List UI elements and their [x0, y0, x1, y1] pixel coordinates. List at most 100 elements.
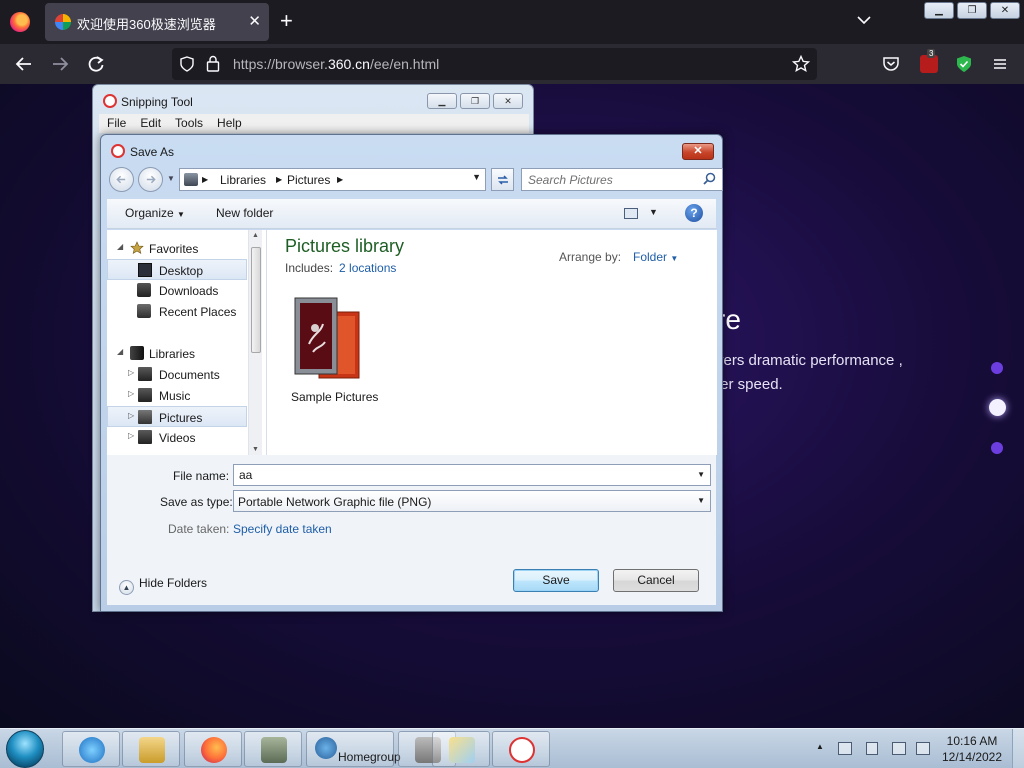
internet-explorer-icon [79, 737, 105, 763]
collapse-arrow-icon[interactable]: ◢ [117, 347, 123, 356]
url-bar[interactable]: https://browser.360.cn/ee/en.html [172, 48, 817, 80]
lock-icon[interactable] [206, 55, 220, 72]
search-icon[interactable] [703, 172, 716, 185]
back-icon[interactable] [14, 53, 34, 75]
new-folder-button[interactable]: New folder [216, 206, 273, 220]
display-icon[interactable] [892, 742, 906, 755]
firefox-icon[interactable] [10, 12, 30, 32]
organize-button[interactable]: Organize ▼ [125, 206, 185, 220]
breadcrumb-separator[interactable]: ▶ [202, 175, 208, 184]
file-name-field[interactable]: ▼ [233, 464, 711, 486]
search-input[interactable] [528, 173, 698, 187]
new-tab-button[interactable]: + [280, 8, 293, 34]
nav-item-desktop[interactable]: Desktop [107, 259, 247, 280]
chevron-down-icon[interactable]: ▼ [697, 496, 705, 505]
close-window-button[interactable]: ✕ [493, 93, 523, 109]
scroll-up-icon[interactable]: ▲ [252, 232, 259, 239]
network-icon[interactable] [838, 742, 852, 755]
cancel-button[interactable]: Cancel [613, 569, 699, 592]
chevron-down-icon[interactable] [856, 12, 872, 28]
minimize-button[interactable]: ▁ [427, 93, 457, 109]
menu-file[interactable]: File [107, 114, 126, 133]
tracking-shield-icon[interactable] [179, 56, 195, 72]
taskbar-paint[interactable] [432, 731, 490, 767]
change-view-icon[interactable] [624, 208, 638, 219]
minimize-button[interactable]: ▁ [924, 2, 954, 19]
breadcrumb-separator[interactable]: ▶ [276, 175, 282, 184]
close-window-button[interactable]: ✕ [990, 2, 1020, 19]
item-label[interactable]: Sample Pictures [291, 390, 378, 404]
file-name-input[interactable] [239, 468, 679, 482]
start-button[interactable] [6, 730, 44, 768]
restore-button[interactable]: ❐ [957, 2, 987, 19]
url-text[interactable]: https://browser.360.cn/ee/en.html [233, 56, 439, 72]
sample-pictures-folder-icon[interactable] [291, 294, 363, 384]
paint-icon [449, 737, 475, 763]
specify-date-taken-link[interactable]: Specify date taken [233, 522, 332, 536]
locations-link[interactable]: 2 locations [339, 261, 396, 275]
menu-help[interactable]: Help [217, 114, 242, 133]
taskbar-explorer[interactable] [122, 731, 180, 767]
taskbar-firefox[interactable] [184, 731, 242, 767]
taskbar-app[interactable] [244, 731, 302, 767]
action-center-flag-icon[interactable] [866, 742, 878, 755]
nav-label: Libraries [149, 347, 196, 361]
recent-pages-dropdown[interactable]: ▼ [167, 174, 175, 183]
address-bar[interactable]: ▶ Libraries ▶ Pictures ▶ ▼ [179, 168, 486, 191]
arrange-by-dropdown[interactable]: Folder ▼ [633, 250, 678, 264]
nav-item-documents[interactable]: ▷ Documents [107, 364, 247, 385]
nav-item-libraries[interactable]: ◢ Libraries [107, 343, 247, 364]
scroll-down-icon[interactable]: ▼ [252, 446, 259, 453]
expand-arrow-icon[interactable]: ▷ [128, 411, 134, 420]
nav-item-downloads[interactable]: Downloads [107, 280, 247, 301]
forward-button[interactable] [138, 167, 163, 192]
menu-edit[interactable]: Edit [140, 114, 161, 133]
show-hidden-icons[interactable]: ▲ [816, 742, 824, 751]
hamburger-menu-icon[interactable] [992, 53, 1008, 75]
expand-arrow-icon[interactable]: ▷ [128, 431, 134, 440]
search-box[interactable] [521, 168, 723, 191]
chevron-down-icon[interactable]: ▼ [472, 172, 481, 182]
breadcrumb-pictures[interactable]: Pictures [287, 173, 330, 187]
refresh-button[interactable] [491, 168, 514, 191]
save-as-type-select[interactable]: Portable Network Graphic file (PNG) ▼ [233, 490, 711, 512]
shield-extension-icon[interactable] [955, 53, 973, 75]
help-icon[interactable]: ? [685, 204, 703, 222]
slide-dot-active[interactable] [989, 399, 1006, 416]
nav-item-videos[interactable]: ▷ Videos [107, 427, 247, 448]
forward-icon[interactable] [50, 53, 70, 75]
nav-item-favorites[interactable]: ◢ Favorites [107, 238, 247, 259]
expand-arrow-icon[interactable]: ▷ [128, 389, 134, 398]
show-desktop-button[interactable] [1012, 729, 1024, 768]
ublock-icon[interactable]: 3 [920, 49, 938, 73]
save-button[interactable]: Save [513, 569, 599, 592]
slide-dot[interactable] [991, 362, 1003, 374]
nav-item-pictures[interactable]: ▷ Pictures [107, 406, 247, 427]
nav-item-recent-places[interactable]: Recent Places [107, 301, 247, 322]
dialog-close-button[interactable]: ✕ [682, 143, 714, 160]
slide-dot[interactable] [991, 442, 1003, 454]
chevron-down-icon[interactable]: ▼ [697, 470, 705, 479]
breadcrumb-libraries[interactable]: Libraries [220, 173, 266, 187]
system-clock[interactable]: 10:16 AM 12/14/2022 [940, 733, 1004, 765]
taskbar-snipping-tool[interactable] [492, 731, 550, 767]
bookmark-star-icon[interactable] [792, 55, 810, 73]
close-tab-icon[interactable]: ✕ [248, 12, 261, 30]
hide-folders-button[interactable]: ▲ Hide Folders [119, 576, 207, 595]
back-button[interactable] [109, 167, 134, 192]
breadcrumb-separator[interactable]: ▶ [337, 175, 343, 184]
menu-tools[interactable]: Tools [175, 114, 203, 133]
navigation-scrollbar[interactable]: ▲ ▼ [248, 230, 262, 455]
chevron-down-icon[interactable]: ▼ [649, 207, 658, 217]
maximize-button[interactable]: ❐ [460, 93, 490, 109]
pocket-icon[interactable] [882, 53, 900, 75]
collapse-arrow-icon[interactable]: ◢ [117, 242, 123, 251]
scrollbar-thumb[interactable] [251, 247, 261, 353]
volume-icon[interactable] [916, 742, 930, 755]
reload-icon[interactable] [86, 53, 106, 75]
tab-360-welcome[interactable]: 欢迎使用360极速浏览器 ✕ [45, 3, 269, 41]
expand-arrow-icon[interactable]: ▷ [128, 368, 134, 377]
nav-item-music[interactable]: ▷ Music [107, 385, 247, 406]
taskbar-ie[interactable] [62, 731, 120, 767]
pictures-icon [138, 410, 152, 424]
